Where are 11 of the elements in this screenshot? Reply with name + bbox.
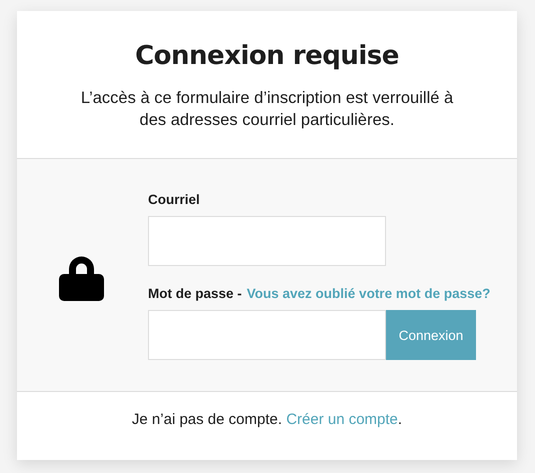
password-label: Mot de passe - bbox=[148, 286, 242, 301]
email-label: Courriel bbox=[148, 192, 201, 207]
signup-prompt: Je n’ai pas de compte. Créer un compte. bbox=[132, 411, 402, 430]
create-account-link[interactable]: Créer un compte bbox=[286, 411, 398, 428]
forgot-password-link[interactable]: Vous avez oublié votre mot de passe? bbox=[246, 286, 490, 301]
description-text: L’accès à ce formulaire d’inscription est verrouillé à des adresses courriel particulières. bbox=[80, 88, 454, 131]
login-button[interactable]: Connexion bbox=[386, 310, 476, 360]
email-field[interactable] bbox=[148, 216, 386, 266]
password-field[interactable] bbox=[148, 310, 386, 360]
padlock-icon bbox=[59, 256, 104, 300]
dialog-title: Connexion requise bbox=[134, 41, 400, 71]
